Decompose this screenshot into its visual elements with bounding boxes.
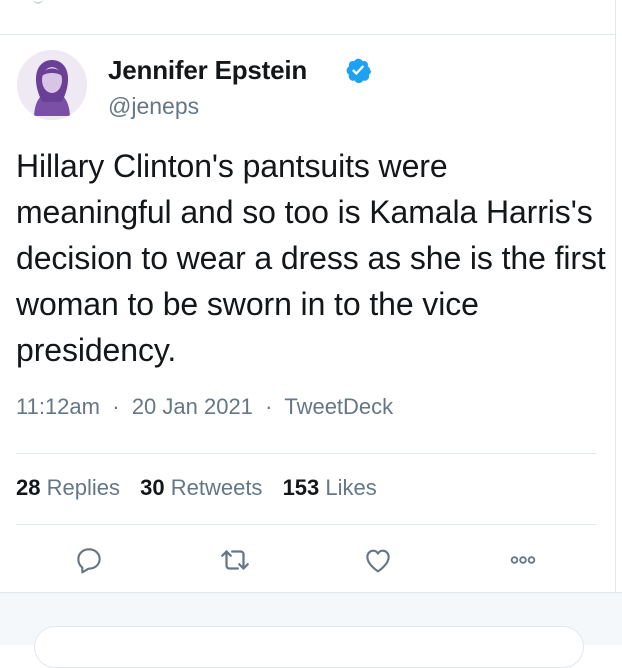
previous-item-edge — [33, 0, 43, 4]
like-icon — [366, 549, 390, 573]
retweets-count: 30 — [140, 475, 165, 500]
stats-divider-top — [16, 453, 596, 454]
avatar-image — [17, 50, 87, 120]
likes-label: Likes — [325, 475, 377, 500]
retweet-icon — [221, 550, 249, 570]
more-button[interactable] — [506, 543, 540, 577]
meta-separator: · — [112, 394, 120, 419]
top-divider — [0, 34, 615, 35]
replies-label: Replies — [46, 475, 120, 500]
retweets-stat[interactable]: 30 Retweets — [140, 475, 262, 500]
tweet-text: Hillary Clinton's pantsuits were meaning… — [16, 148, 606, 368]
replies-stat[interactable]: 28 Replies — [16, 475, 120, 500]
reply-button[interactable] — [72, 543, 106, 577]
author-handle[interactable]: @jeneps — [108, 93, 199, 120]
reply-icon — [77, 548, 101, 574]
more-icon — [510, 556, 536, 564]
likes-count: 153 — [282, 475, 320, 500]
stats-divider-bottom — [16, 524, 596, 525]
tweet-source[interactable]: TweetDeck — [284, 394, 393, 419]
tweet-time[interactable]: 11:12am — [16, 394, 100, 419]
reply-input[interactable] — [34, 626, 584, 668]
tweet-stats: 28 Replies 30 Retweets 153 Likes — [16, 475, 377, 501]
meta-separator: · — [265, 394, 273, 419]
verified-icon — [344, 56, 372, 84]
tweet-date[interactable]: 20 Jan 2021 — [132, 394, 253, 419]
right-border — [615, 0, 616, 592]
avatar[interactable] — [17, 50, 87, 120]
retweet-button[interactable] — [218, 543, 252, 577]
like-button[interactable] — [361, 543, 395, 577]
author-name[interactable]: Jennifer Epstein — [108, 55, 307, 86]
likes-stat[interactable]: 153 Likes — [283, 475, 377, 500]
tweet-meta: 11:12am · 20 Jan 2021 · TweetDeck — [16, 394, 393, 420]
replies-count: 28 — [16, 475, 41, 500]
retweets-label: Retweets — [170, 475, 263, 500]
